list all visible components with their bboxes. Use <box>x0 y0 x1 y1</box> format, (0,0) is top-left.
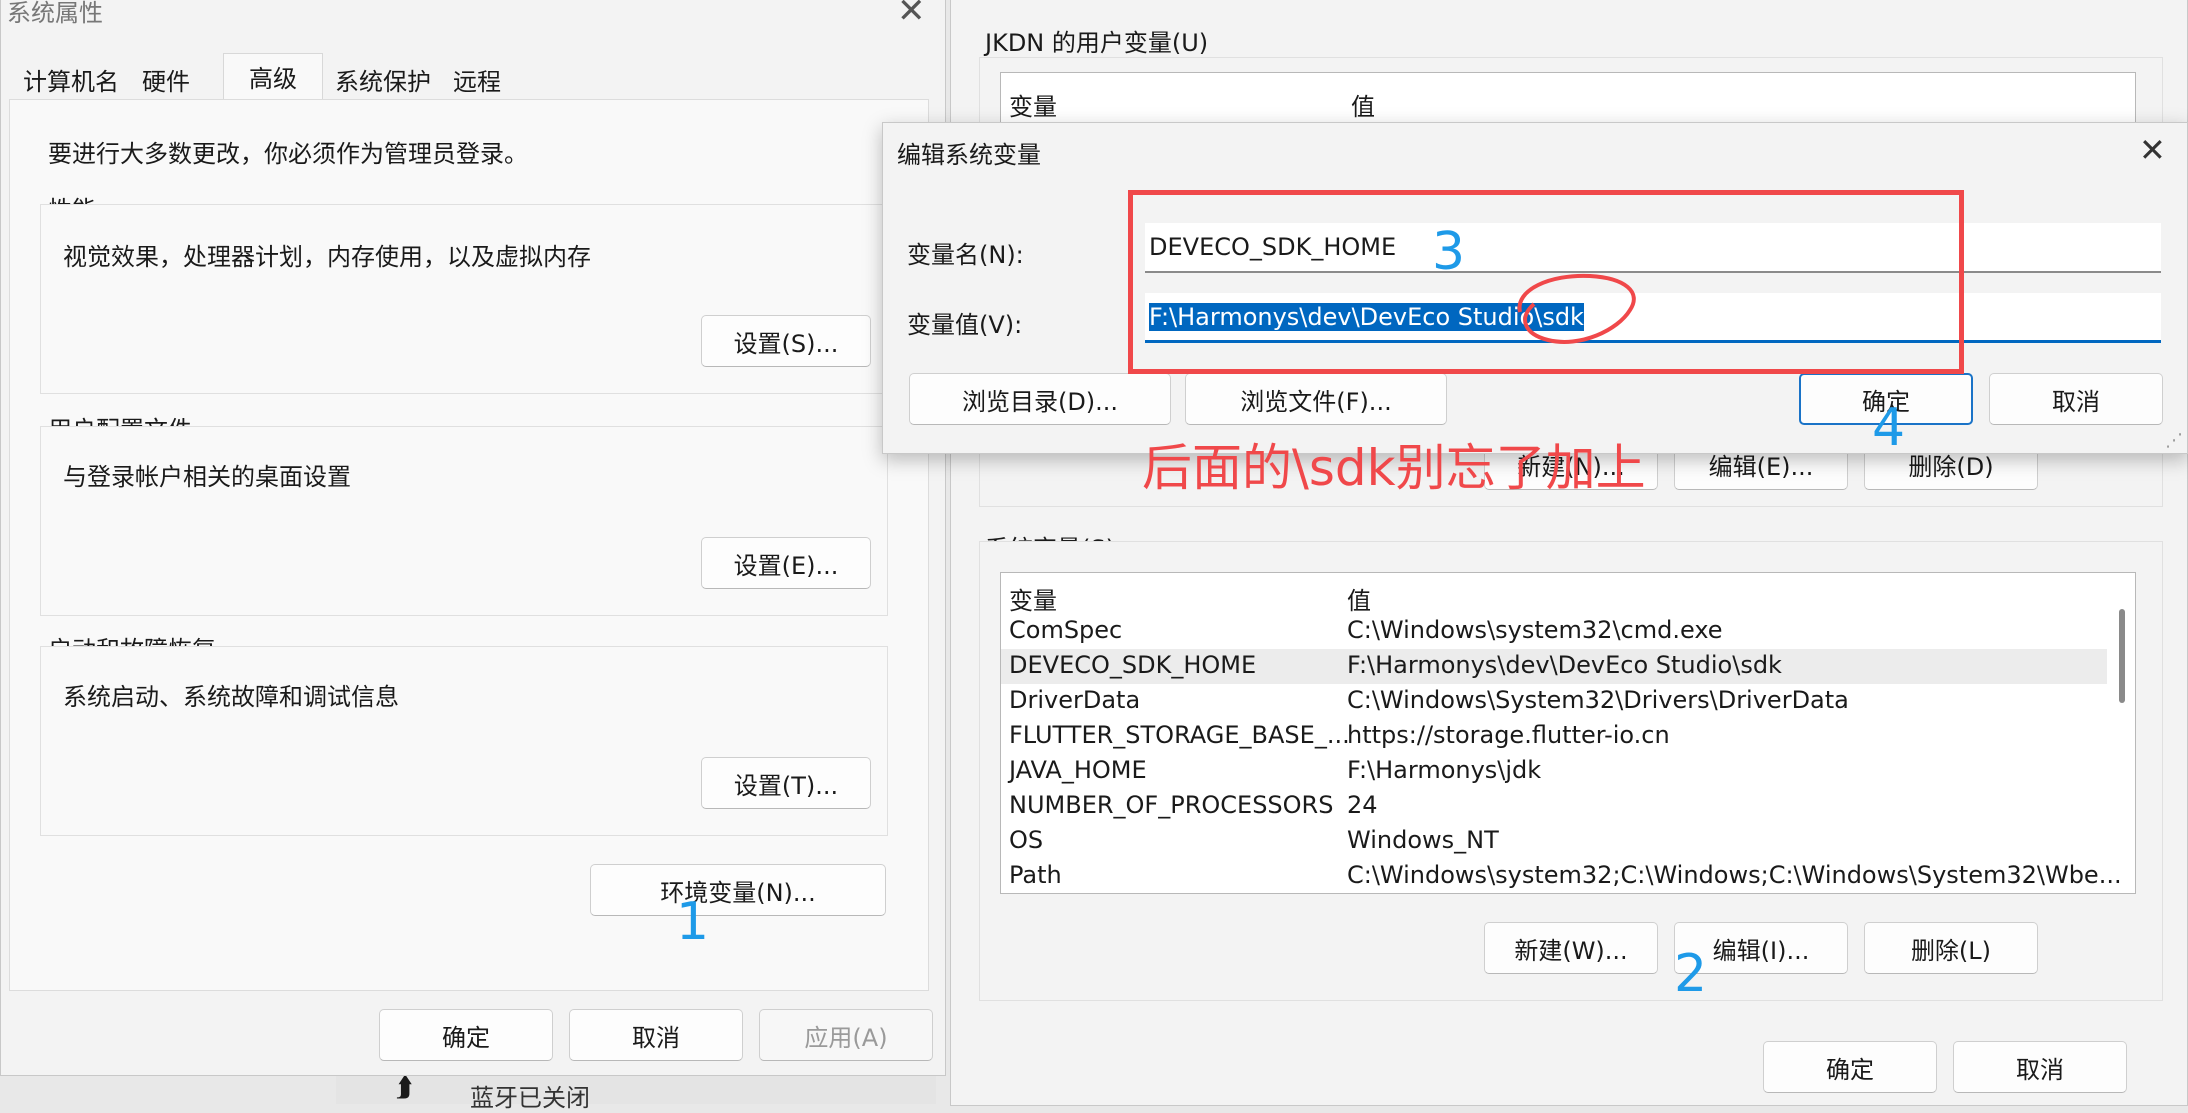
col-header-variable: 变量 <box>1009 93 1057 121</box>
apply-button[interactable]: 应用(A) <box>759 1009 933 1061</box>
user-profiles-group: 与登录帐户相关的桌面设置 设置(E)... <box>40 426 888 616</box>
table-row[interactable]: FLUTTER_STORAGE_BASE_... https://storage… <box>1001 719 2107 754</box>
window-title: 系统属性 <box>7 0 103 27</box>
system-delete-button[interactable]: 删除(L) <box>1864 922 2038 974</box>
step-3-marker: 3 <box>1432 222 1466 282</box>
browse-directory-button[interactable]: 浏览目录(D)... <box>909 373 1171 425</box>
environment-variables-button[interactable]: 环境变量(N)... <box>590 864 886 916</box>
list-header: 变量 值 <box>1001 579 2107 615</box>
dialog-cancel-button[interactable]: 取消 <box>1989 373 2163 425</box>
table-row[interactable]: Path C:\Windows\system32;C:\Windows;C:\W… <box>1001 859 2122 893</box>
step-4-marker: 4 <box>1872 398 1906 458</box>
row-name: ComSpec <box>1009 616 1123 644</box>
performance-group: 视觉效果，处理器计划，内存使用，以及虚拟内存 设置(S)... <box>40 204 888 394</box>
table-row[interactable]: JAVA_HOME F:\Harmonys\jdk <box>1001 754 2107 789</box>
tab-computer-name[interactable]: 计算机名 <box>15 59 127 99</box>
row-name: OS <box>1009 826 1044 854</box>
row-name: DEVECO_SDK_HOME <box>1009 651 1257 679</box>
table-row[interactable]: ComSpec C:\Windows\system32\cmd.exe <box>1001 614 2107 649</box>
startup-settings-button[interactable]: 设置(T)... <box>701 757 871 809</box>
dialog-title: 编辑系统变量 <box>897 141 1041 169</box>
row-value: C:\Windows\system32\cmd.exe <box>1347 616 1723 644</box>
user-variables-title: JKDN 的用户变量(U) <box>985 29 1209 57</box>
row-name: DriverData <box>1009 686 1141 714</box>
user-profiles-settings-button[interactable]: 设置(E)... <box>701 537 871 589</box>
variable-value-label: 变量值(V): <box>907 311 1023 339</box>
performance-settings-button[interactable]: 设置(S)... <box>701 315 871 367</box>
taskbar-status-text: 蓝牙已关闭 <box>470 1084 590 1112</box>
close-icon[interactable]: ✕ <box>2139 131 2166 169</box>
table-row[interactable]: DriverData C:\Windows\System32\Drivers\D… <box>1001 684 2107 719</box>
col-header-variable: 变量 <box>1009 587 1057 615</box>
circle-annotation <box>1517 273 1636 344</box>
table-row[interactable]: NUMBER_OF_PROCESSORS 24 <box>1001 789 2107 824</box>
row-name: Path <box>1009 861 1062 889</box>
annotation-note: 后面的\sdk别忘了加上 <box>1142 439 1646 497</box>
system-variables-list[interactable]: 变量 值 ComSpec C:\Windows\system32\cmd.exe… <box>1000 572 2136 894</box>
close-icon[interactable]: ✕ <box>897 0 926 31</box>
user-profiles-desc: 与登录帐户相关的桌面设置 <box>63 463 351 491</box>
cancel-button[interactable]: 取消 <box>569 1009 743 1061</box>
startup-group: 系统启动、系统故障和调试信息 设置(T)... <box>40 646 888 836</box>
ok-button[interactable]: 确定 <box>379 1009 553 1061</box>
row-value: 24 <box>1347 791 1378 819</box>
taskbar-peek: ⮭ 蓝牙已关闭 <box>336 1070 936 1112</box>
browse-file-button[interactable]: 浏览文件(F)... <box>1185 373 1447 425</box>
admin-note: 要进行大多数更改，你必须作为管理员登录。 <box>48 140 528 168</box>
row-name: FLUTTER_STORAGE_BASE_... <box>1009 721 1350 749</box>
col-header-value: 值 <box>1351 93 1375 121</box>
performance-desc: 视觉效果，处理器计划，内存使用，以及虚拟内存 <box>63 243 591 271</box>
row-value: https://storage.flutter-io.cn <box>1347 721 1670 749</box>
scrollbar-thumb[interactable] <box>2119 609 2125 703</box>
table-row[interactable]: OS Windows_NT <box>1001 824 2107 859</box>
resize-grip-icon[interactable]: ⋰ <box>2165 430 2183 451</box>
table-row-selected[interactable]: DEVECO_SDK_HOME F:\Harmonys\dev\DevEco S… <box>1001 649 2107 684</box>
tab-panel: 要进行大多数更改，你必须作为管理员登录。 性能 视觉效果，处理器计划，内存使用，… <box>9 99 929 991</box>
tab-advanced[interactable]: 高级 <box>223 53 323 99</box>
env-cancel-button[interactable]: 取消 <box>1953 1041 2127 1093</box>
system-properties-window: 系统属性 ✕ 计算机名 硬件 高级 系统保护 远程 要进行大多数更改，你必须作为… <box>0 0 946 1076</box>
startup-desc: 系统启动、系统故障和调试信息 <box>63 683 399 711</box>
system-variables-group: 变量 值 ComSpec C:\Windows\system32\cmd.exe… <box>979 541 2163 1001</box>
row-value: C:\Windows\System32\Drivers\DriverData <box>1347 686 1849 714</box>
row-name: JAVA_HOME <box>1009 756 1147 784</box>
tab-remote[interactable]: 远程 <box>445 59 509 99</box>
col-header-value: 值 <box>1347 587 1371 615</box>
step-1-marker: 1 <box>676 892 710 952</box>
variable-name-label: 变量名(N): <box>907 241 1024 269</box>
tab-hardware[interactable]: 硬件 <box>131 59 201 99</box>
row-value: C:\Windows\system32;C:\Windows;C:\Window… <box>1347 861 2122 889</box>
step-2-marker: 2 <box>1674 944 1708 1004</box>
row-value: F:\Harmonys\dev\DevEco Studio\sdk <box>1347 651 1782 679</box>
row-value: Windows_NT <box>1347 826 1499 854</box>
row-value: F:\Harmonys\jdk <box>1347 756 1542 784</box>
tab-system-protection[interactable]: 系统保护 <box>327 59 439 99</box>
env-ok-button[interactable]: 确定 <box>1763 1041 1937 1093</box>
system-new-button[interactable]: 新建(W)... <box>1484 922 1658 974</box>
row-name: NUMBER_OF_PROCESSORS <box>1009 791 1334 819</box>
